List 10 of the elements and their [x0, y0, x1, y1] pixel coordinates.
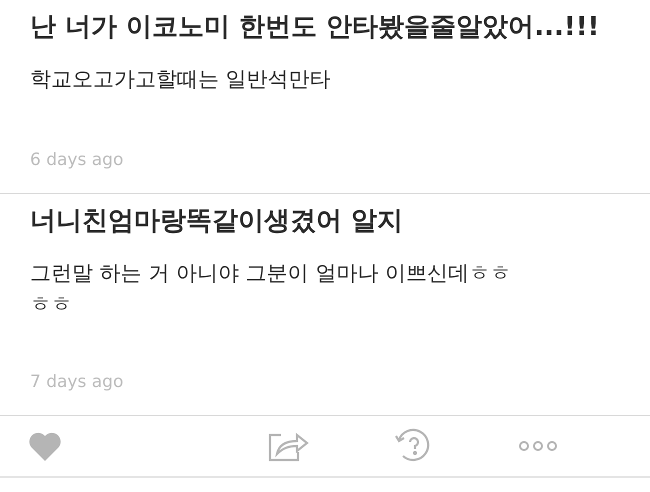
question-icon[interactable] [392, 428, 432, 464]
comment-title: 난 너가 이코노미 한번도 안타봤을줄알았어...!!! [30, 11, 600, 44]
timestamp: 7 days ago [30, 370, 124, 394]
comment-text: 학교오고가고할때는 일반석만타 [30, 66, 332, 93]
share-icon[interactable] [266, 430, 308, 462]
comment-title: 너니친엄마랑똑같이생겼어 알지 [30, 205, 404, 238]
comment-text: 그런말 하는 거 아니야 그분이 얼마나 이쁘신데ㅎㅎㅎㅎ [30, 260, 512, 318]
more-icon[interactable] [518, 440, 558, 452]
heart-icon[interactable] [27, 431, 63, 461]
timestamp: 6 days ago [30, 148, 124, 172]
